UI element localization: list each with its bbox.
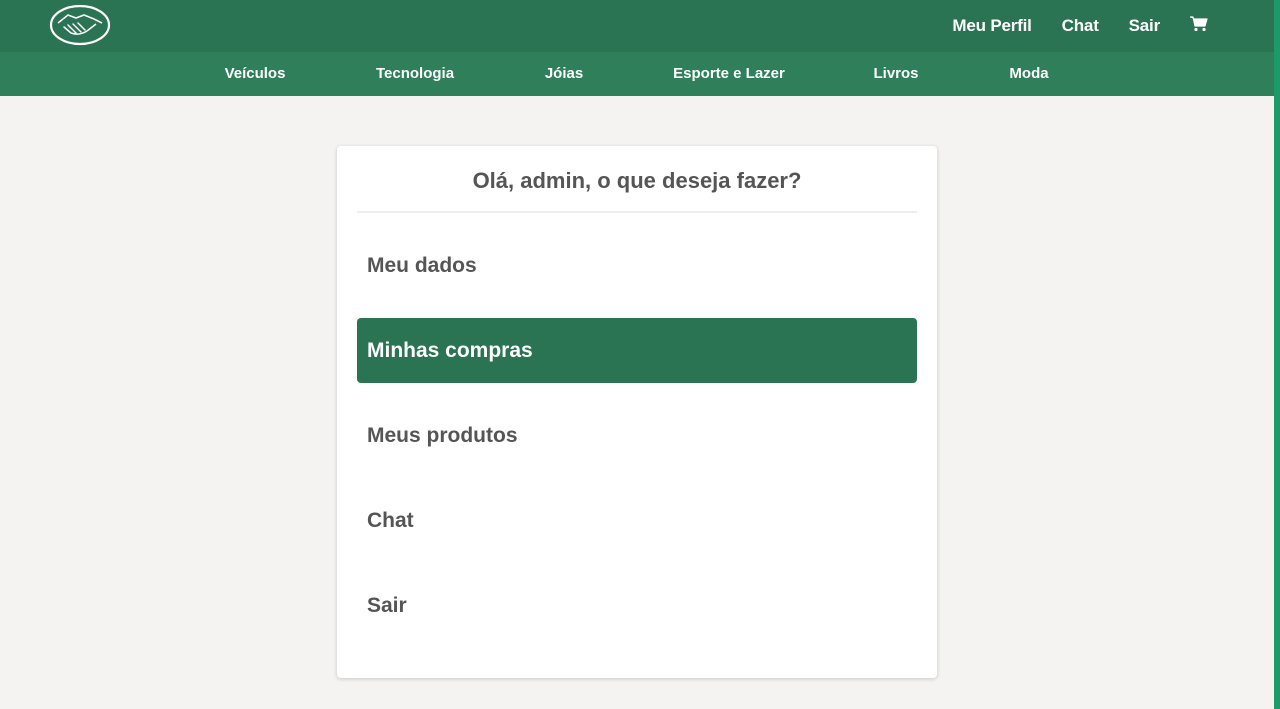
category-tecnologia[interactable]: Tecnologia [376,52,454,96]
account-menu-card: Olá, admin, o que deseja fazer? Meu dado… [337,146,937,678]
menu-item-minhas-compras[interactable]: Minhas compras [357,318,917,383]
handshake-logo-icon[interactable] [49,3,111,47]
window-edge [1274,0,1280,709]
shopping-cart-icon[interactable] [1190,16,1208,32]
menu-item-meus-produtos[interactable]: Meus produtos [357,403,917,468]
greeting-title: Olá, admin, o que deseja fazer? [472,168,802,193]
menu-item-meu-dados[interactable]: Meu dados [357,233,917,298]
menu-item-chat[interactable]: Chat [357,488,917,553]
top-nav-links: Meu Perfil Chat Sair [922,0,1208,52]
category-veiculos[interactable]: Veículos [225,52,286,96]
category-joias[interactable]: Jóias [545,52,583,96]
category-bar: Veículos Tecnologia Jóias Esporte e Laze… [0,52,1274,96]
meu-perfil-link[interactable]: Meu Perfil [952,16,1031,36]
title-divider [357,211,917,213]
top-navbar: Meu Perfil Chat Sair [0,0,1274,52]
category-livros[interactable]: Livros [873,52,918,96]
category-moda[interactable]: Moda [1009,52,1048,96]
chat-link[interactable]: Chat [1062,16,1099,36]
category-esporte-e-lazer[interactable]: Esporte e Lazer [673,52,785,96]
menu-item-sair[interactable]: Sair [357,573,917,638]
sair-link[interactable]: Sair [1129,16,1161,36]
